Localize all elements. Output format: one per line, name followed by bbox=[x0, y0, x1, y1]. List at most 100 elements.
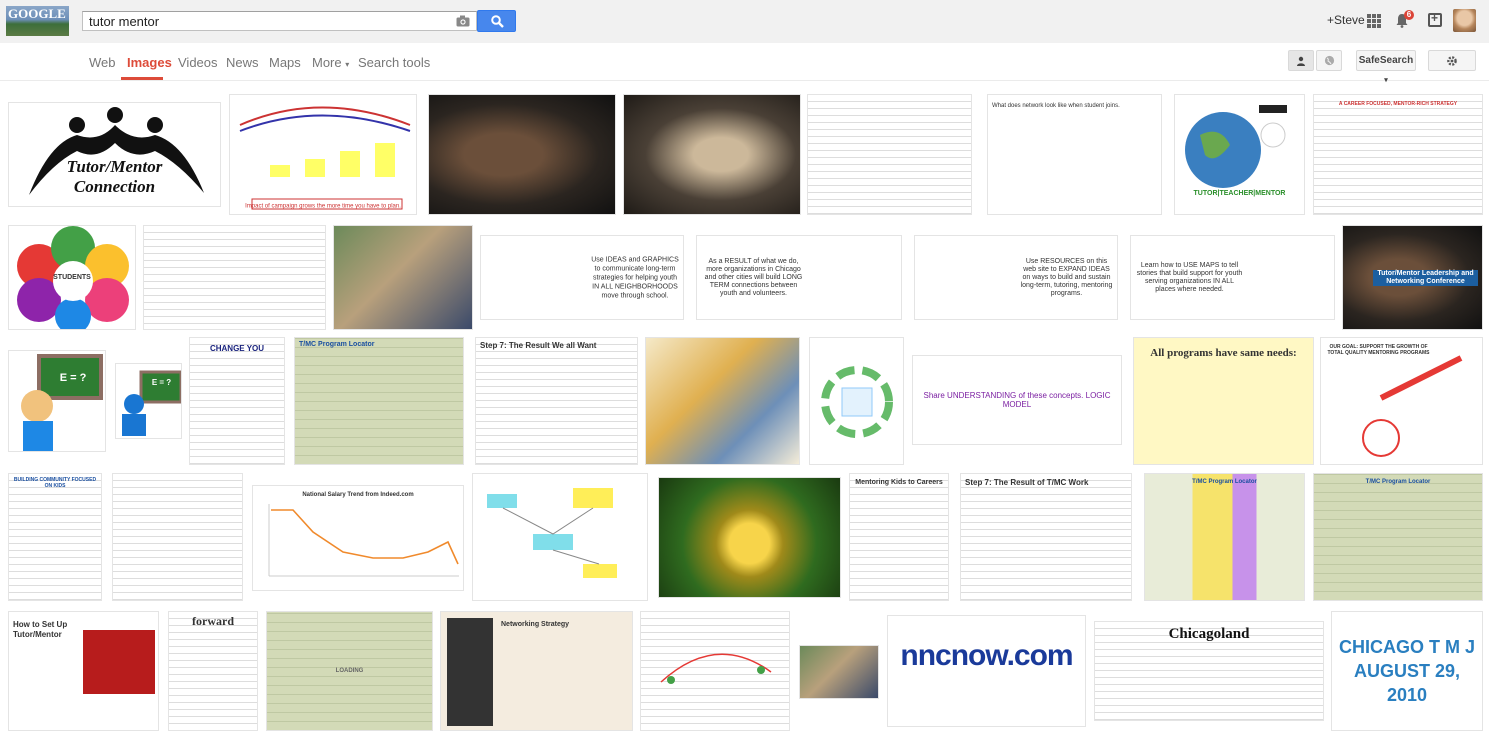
image-result[interactable]: Tutor/Mentor Leadership and Networking C… bbox=[1342, 225, 1483, 330]
image-caption: Step 7: The Result We all Want bbox=[480, 341, 597, 350]
tab-news[interactable]: News bbox=[226, 55, 259, 70]
settings-button[interactable] bbox=[1428, 50, 1476, 71]
image-caption: E = ? bbox=[59, 372, 87, 384]
image-result[interactable]: What does network look like when student… bbox=[987, 94, 1162, 215]
image-caption: A CAREER FOCUSED, MENTOR-RICH STRATEGY bbox=[1338, 101, 1458, 107]
image-result[interactable]: LOADING bbox=[266, 611, 433, 731]
image-caption: nncnow.com bbox=[900, 639, 1073, 672]
image-caption: CHICAGO T M J AUGUST 29, 2010 bbox=[1338, 637, 1475, 705]
image-caption: As a RESULT of what we do, more organiza… bbox=[704, 257, 803, 297]
image-caption: Step 7: The Result of T/MC Work bbox=[965, 478, 1089, 487]
image-result[interactable]: T/MC Program Locator bbox=[294, 337, 464, 465]
image-result[interactable]: Tutor/Mentor Connection bbox=[8, 102, 221, 207]
image-result[interactable]: How to Set Up Tutor/Mentor bbox=[8, 611, 159, 731]
image-results-grid: Tutor/Mentor Connection Impact of campai… bbox=[0, 85, 1489, 737]
image-caption: LOADING bbox=[335, 668, 364, 674]
image-result[interactable]: Mentoring Kids to Careers bbox=[849, 473, 949, 601]
image-result[interactable] bbox=[428, 94, 616, 215]
image-result[interactable]: CHANGE YOU bbox=[189, 337, 285, 465]
image-result[interactable]: T/MC Program Locator bbox=[1313, 473, 1483, 601]
image-caption: Learn how to USE MAPS to tell stories th… bbox=[1136, 261, 1243, 293]
image-caption: Use IDEAS and GRAPHICS to communicate lo… bbox=[591, 256, 679, 299]
image-result[interactable]: Impact of campaign grows the more time y… bbox=[229, 94, 417, 215]
image-result[interactable]: Share UNDERSTANDING of these concepts. L… bbox=[912, 355, 1122, 445]
personal-results-button[interactable] bbox=[1288, 50, 1314, 71]
hide-personal-results-button[interactable] bbox=[1316, 50, 1342, 71]
image-result[interactable]: Step 7: The Result of T/MC Work bbox=[960, 473, 1132, 601]
image-caption: What does network look like when student… bbox=[992, 103, 1120, 109]
notification-count-badge[interactable]: 6 bbox=[1404, 10, 1414, 20]
image-caption: CHANGE YOU bbox=[209, 344, 265, 353]
image-caption: forward bbox=[192, 614, 234, 628]
apps-grid-icon[interactable] bbox=[1367, 14, 1381, 28]
tab-maps[interactable]: Maps bbox=[269, 55, 301, 70]
image-caption: Chicagoland bbox=[1168, 626, 1250, 642]
image-result[interactable]: E = ? bbox=[8, 350, 106, 452]
image-caption: How to Set Up Tutor/Mentor bbox=[13, 620, 68, 639]
image-caption: Share UNDERSTANDING of these concepts. L… bbox=[923, 391, 1111, 409]
image-result[interactable]: nncnow.com bbox=[887, 615, 1086, 727]
chevron-down-icon: ▾ bbox=[1384, 77, 1388, 84]
image-result[interactable]: As a RESULT of what we do, more organiza… bbox=[696, 235, 902, 320]
tab-videos[interactable]: Videos bbox=[178, 55, 218, 70]
image-result[interactable]: Step 7: The Result We all Want bbox=[475, 337, 638, 465]
image-result[interactable]: T/MC Program Locator bbox=[1144, 473, 1305, 601]
image-caption: STUDENTS bbox=[53, 273, 91, 281]
image-caption: Tutor/Mentor Leadership and Networking C… bbox=[1373, 269, 1478, 286]
image-result[interactable]: Use IDEAS and GRAPHICS to communicate lo… bbox=[480, 235, 684, 320]
image-result[interactable]: A CAREER FOCUSED, MENTOR-RICH STRATEGY bbox=[1313, 94, 1483, 215]
image-caption: T/MC Program Locator bbox=[1192, 479, 1257, 485]
image-result[interactable] bbox=[112, 473, 243, 601]
image-result[interactable]: OUR GOAL: SUPPORT THE GROWTH OF TOTAL QU… bbox=[1320, 337, 1483, 465]
image-result[interactable]: forward bbox=[168, 611, 258, 731]
image-result[interactable]: All programs have same needs: bbox=[1133, 337, 1314, 465]
search-query-text: tutor mentor bbox=[89, 14, 160, 29]
globe-icon bbox=[1324, 55, 1334, 66]
image-caption: National Salary Trend from Indeed.com bbox=[302, 492, 414, 498]
image-result[interactable] bbox=[799, 645, 879, 699]
timeline-diagram bbox=[239, 106, 411, 210]
image-result[interactable] bbox=[143, 225, 326, 330]
top-bar: GOOGLE tutor mentor +Steve 6 + bbox=[0, 0, 1489, 43]
tab-web[interactable]: Web bbox=[89, 55, 116, 70]
salary-trend-chart bbox=[268, 504, 459, 577]
safesearch-label: SafeSearch bbox=[1358, 55, 1414, 66]
image-result[interactable]: CHICAGO T M J AUGUST 29, 2010 bbox=[1331, 611, 1483, 731]
image-result[interactable]: TUTOR|TEACHER|MENTOR bbox=[1174, 94, 1305, 215]
search-button[interactable] bbox=[477, 10, 516, 32]
image-result[interactable]: STUDENTS bbox=[8, 225, 136, 330]
plus-user-link[interactable]: +Steve bbox=[1327, 13, 1365, 27]
image-result[interactable] bbox=[658, 477, 841, 598]
image-result[interactable]: Learn how to USE MAPS to tell stories th… bbox=[1130, 235, 1335, 320]
image-result[interactable]: E = ? bbox=[115, 363, 182, 439]
image-result[interactable] bbox=[623, 94, 801, 215]
image-result[interactable]: National Salary Trend from Indeed.com bbox=[252, 485, 464, 591]
circle-flow-diagram bbox=[660, 653, 772, 684]
search-nav-bar: Web Images Videos News Maps More ▾ Searc… bbox=[0, 43, 1489, 84]
image-result[interactable]: Use RESOURCES on this web site to EXPAND… bbox=[914, 235, 1118, 320]
google-logo[interactable]: GOOGLE bbox=[6, 6, 69, 36]
image-result[interactable]: BUILDING COMMUNITY FOCUSED ON KIDS bbox=[8, 473, 102, 601]
tmc-book-cover bbox=[447, 618, 493, 726]
image-caption: All programs have same needs: bbox=[1150, 347, 1297, 359]
image-result[interactable] bbox=[645, 337, 800, 465]
camera-icon[interactable] bbox=[456, 15, 470, 30]
tab-images[interactable]: Images bbox=[127, 55, 172, 70]
safesearch-dropdown[interactable]: SafeSearch ▾ bbox=[1356, 50, 1416, 84]
image-result[interactable]: Networking Strategy bbox=[440, 611, 633, 731]
image-result[interactable]: Chicagoland bbox=[1094, 621, 1324, 721]
image-result[interactable] bbox=[807, 94, 972, 215]
image-result[interactable] bbox=[809, 337, 904, 465]
image-result[interactable] bbox=[640, 611, 790, 731]
image-result[interactable] bbox=[472, 473, 648, 601]
magnifier-icon bbox=[491, 15, 504, 28]
cycle-arrows-diagram bbox=[821, 366, 893, 438]
share-plus-icon[interactable]: + bbox=[1428, 11, 1442, 27]
gear-icon bbox=[1447, 56, 1457, 66]
image-caption: BUILDING COMMUNITY FOCUSED ON KIDS bbox=[13, 477, 97, 489]
tab-search-tools[interactable]: Search tools bbox=[358, 55, 430, 70]
search-input[interactable]: tutor mentor bbox=[82, 11, 477, 31]
image-result[interactable] bbox=[333, 225, 473, 330]
avatar[interactable] bbox=[1453, 9, 1476, 32]
tab-more[interactable]: More ▾ bbox=[312, 55, 349, 70]
